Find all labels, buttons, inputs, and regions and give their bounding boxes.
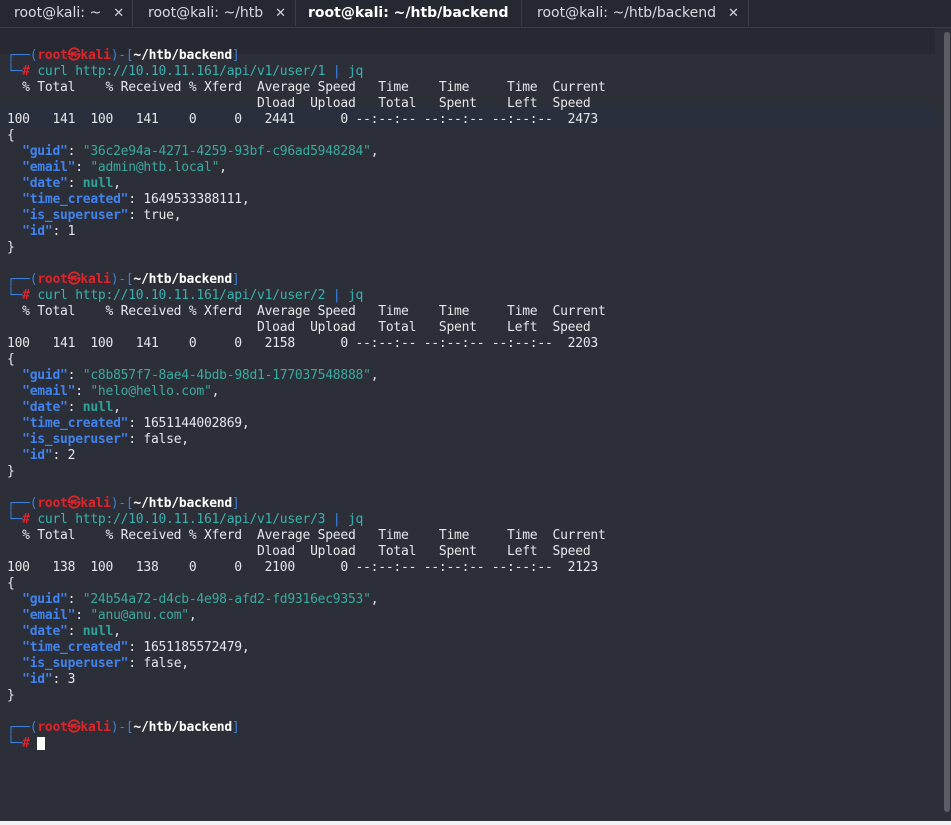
command-line: └─# curl http://10.10.11.161/api/v1/user… <box>7 512 364 527</box>
curl-header-1: % Total % Received % Xferd Average Speed… <box>7 304 606 319</box>
tab-root-htb-backend-active[interactable]: root@kali: ~/htb/backend ✕ <box>297 0 531 26</box>
json-field-email: "email": "admin@htb.local", <box>22 160 227 175</box>
curl-header-1: % Total % Received % Xferd Average Speed… <box>7 80 606 95</box>
prompt-line: ┌──(root㉿kali)-[~/htb/backend] <box>7 48 240 63</box>
prompt-user: root㉿kali <box>37 720 111 735</box>
json-brace-close: } <box>7 464 15 479</box>
json-field-date: "date": null, <box>22 624 121 639</box>
json-brace-open: { <box>7 352 15 367</box>
json-brace-open: { <box>7 128 15 143</box>
prompt-user: root㉿kali <box>37 496 111 511</box>
json-field-guid: "guid": "36c2e94a-4271-4259-93bf-c96ad59… <box>22 144 379 159</box>
command-text: curl http://10.10.11.161/api/v1/user/1 <box>37 64 326 79</box>
active-command-line[interactable]: └─# <box>7 736 46 752</box>
json-field-id: "id": 2 <box>22 448 76 463</box>
prompt-line: ┌──(root㉿kali)-[~/htb/backend] <box>7 720 240 735</box>
json-field-email: "email": "anu@anu.com", <box>22 608 197 623</box>
prompt-user: root㉿kali <box>37 272 111 287</box>
tab-label: root@kali: ~/htb/backend <box>308 5 509 21</box>
prompt-path: ~/htb/backend <box>133 720 232 735</box>
close-icon[interactable]: ✕ <box>113 6 124 21</box>
json-field-guid: "guid": "c8b857f7-8ae4-4bdb-98d1-1770375… <box>22 368 379 383</box>
command-line: └─# curl http://10.10.11.161/api/v1/user… <box>7 288 364 303</box>
json-field-is-superuser: "is_superuser": false, <box>22 432 189 447</box>
command-line: └─# curl http://10.10.11.161/api/v1/user… <box>7 64 364 79</box>
json-field-time-created: "time_created": 1649533388111, <box>22 192 250 207</box>
prompt-user: root㉿kali <box>37 48 111 63</box>
tab-root-htb-backend[interactable]: root@kali: ~/htb/backend ✕ <box>521 0 749 26</box>
tab-root-home[interactable]: root@kali: ~ ✕ <box>0 0 133 26</box>
json-field-is-superuser: "is_superuser": false, <box>22 656 189 671</box>
tab-label: root@kali: ~/htb <box>148 5 264 21</box>
tab-bar: root@kali: ~ ✕ root@kali: ~/htb ✕ root@k… <box>0 0 951 28</box>
json-field-is-superuser: "is_superuser": true, <box>22 208 182 223</box>
json-brace-close: } <box>7 688 15 703</box>
curl-header-1: % Total % Received % Xferd Average Speed… <box>7 528 606 543</box>
json-field-time-created: "time_created": 1651185572479, <box>22 640 250 655</box>
json-field-id: "id": 1 <box>22 224 76 239</box>
curl-header-2: Dload Upload Total Spent Left Speed <box>7 96 591 111</box>
json-field-date: "date": null, <box>22 176 121 191</box>
prompt-line: ┌──(root㉿kali)-[~/htb/backend] <box>7 496 240 511</box>
tab-label: root@kali: ~ <box>14 5 102 21</box>
command-text: curl http://10.10.11.161/api/v1/user/2 <box>37 288 326 303</box>
prompt-path: ~/htb/backend <box>133 48 232 63</box>
curl-header-2: Dload Upload Total Spent Left Speed <box>7 320 591 335</box>
vertical-scrollbar[interactable] <box>944 32 950 812</box>
prompt-line: ┌──(root㉿kali)-[~/htb/backend] <box>7 272 240 287</box>
json-field-email: "email": "helo@hello.com", <box>22 384 220 399</box>
prompt-path: ~/htb/backend <box>133 272 232 287</box>
close-icon[interactable]: ✕ <box>728 6 739 21</box>
tab-label: root@kali: ~/htb/backend <box>537 5 717 21</box>
json-brace-close: } <box>7 240 15 255</box>
json-brace-open: { <box>7 576 15 591</box>
json-field-date: "date": null, <box>22 400 121 415</box>
text-cursor <box>37 737 46 750</box>
command-text: curl http://10.10.11.161/api/v1/user/3 <box>37 512 326 527</box>
curl-progress: 100 138 100 138 0 0 2100 0 --:--:-- --:-… <box>7 560 598 575</box>
curl-progress: 100 141 100 141 0 0 2158 0 --:--:-- --:-… <box>7 336 598 351</box>
prompt-path: ~/htb/backend <box>133 496 232 511</box>
tab-root-htb[interactable]: root@kali: ~/htb ✕ <box>134 0 296 26</box>
curl-header-2: Dload Upload Total Spent Left Speed <box>7 544 591 559</box>
close-icon[interactable]: ✕ <box>275 6 286 21</box>
window-bottom-edge <box>0 821 951 825</box>
json-field-guid: "guid": "24b54a72-d4cb-4e98-afd2-fd9316e… <box>22 592 379 607</box>
curl-progress: 100 141 100 141 0 0 2441 0 --:--:-- --:-… <box>7 112 598 127</box>
json-field-id: "id": 3 <box>22 672 76 687</box>
json-field-time-created: "time_created": 1651144002869, <box>22 416 250 431</box>
